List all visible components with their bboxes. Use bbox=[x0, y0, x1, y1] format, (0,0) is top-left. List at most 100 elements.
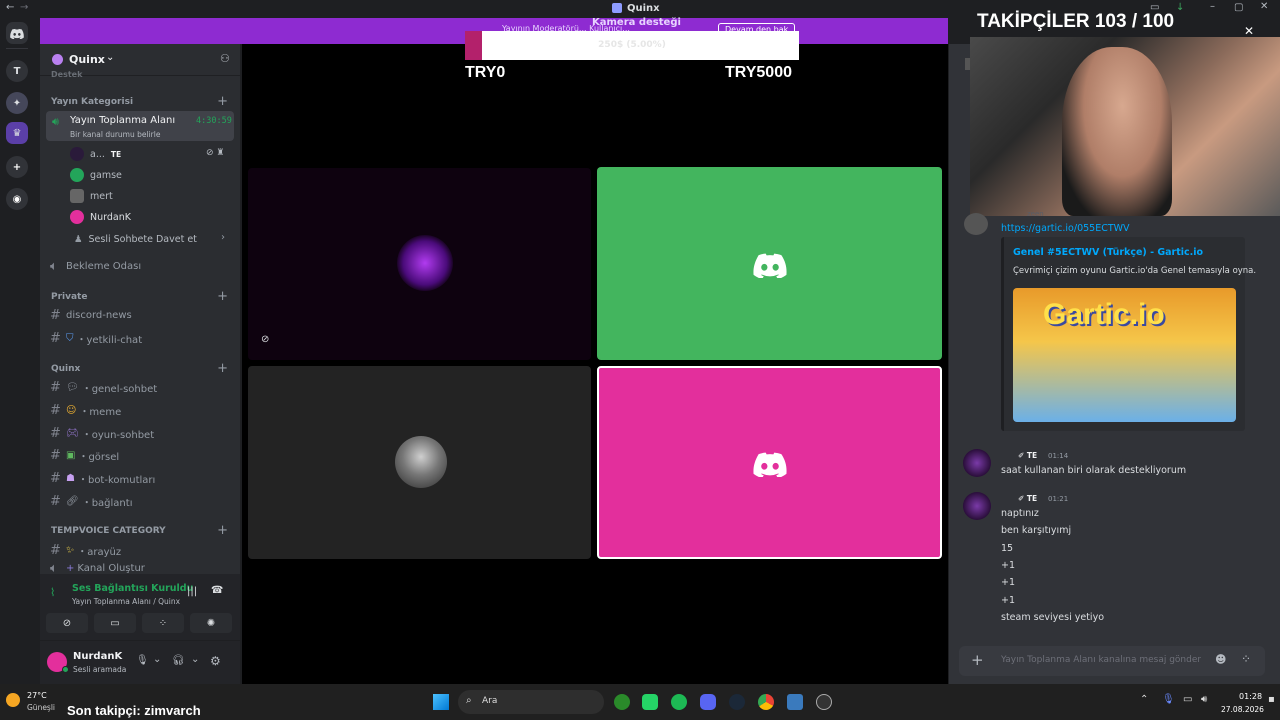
camera-off-button[interactable]: ⊘ bbox=[46, 613, 88, 633]
notifications-icon[interactable]: ▪ bbox=[1268, 694, 1275, 705]
add-server-icon[interactable]: + bbox=[6, 156, 28, 178]
channel-meme[interactable]: # ☺ ・meme bbox=[50, 400, 232, 420]
banner-close-icon[interactable]: ✕ bbox=[1244, 24, 1254, 38]
signal-icon[interactable]: ⌇ bbox=[50, 586, 55, 599]
embed-title[interactable]: Genel #5ECTWV (Türkçe) - Gartic.io bbox=[1013, 247, 1203, 258]
channel-yetkili-chat[interactable]: # ⛉ ・yetkili-chat bbox=[50, 328, 232, 348]
voice-channel-waiting[interactable]: 🔈︎ Bekleme Odası bbox=[50, 256, 232, 276]
back-arrow-icon[interactable]: ← bbox=[6, 2, 14, 13]
message-link[interactable]: https://gartic.io/055ECTWV bbox=[1001, 223, 1130, 234]
message-line: steam seviyesi yetiyo bbox=[1001, 612, 1105, 623]
weather-icon[interactable] bbox=[6, 693, 20, 707]
webcam-overlay bbox=[970, 37, 1280, 216]
settings-gear-icon[interactable]: ⚙ bbox=[210, 654, 221, 668]
channel-genel-sohbet[interactable]: # 💬︎ ・genel-sohbet bbox=[50, 377, 232, 397]
hash-icon: # bbox=[50, 542, 61, 558]
forward-arrow-icon[interactable]: → bbox=[20, 2, 28, 13]
channel-kanal-olustur[interactable]: 🔈︎ + Kanal Oluştur bbox=[50, 562, 232, 574]
avatar[interactable] bbox=[963, 449, 991, 477]
add-channel-icon[interactable]: + bbox=[217, 361, 228, 376]
category-support[interactable]: Destek bbox=[51, 70, 82, 79]
minimize-button[interactable]: – bbox=[1210, 1, 1215, 12]
disconnect-icon[interactable]: ☎︎ bbox=[211, 585, 223, 596]
channel-status[interactable]: Bir kanal durumu belirle bbox=[70, 130, 160, 139]
server-quinx-icon[interactable]: ♛ bbox=[6, 122, 28, 144]
clock-time[interactable]: 01:28 bbox=[1239, 692, 1262, 701]
add-channel-icon[interactable]: + bbox=[217, 289, 228, 304]
weather-desc[interactable]: Güneşli bbox=[27, 703, 55, 712]
channel-arayuz[interactable]: # ✨︎ ・arayüz bbox=[50, 540, 232, 560]
app-icon[interactable] bbox=[787, 694, 803, 710]
category-private[interactable]: Private bbox=[51, 292, 87, 302]
close-window-button[interactable]: ✕ bbox=[1260, 1, 1268, 12]
category-tempvoice[interactable]: TEMPVOICE CATEGORY bbox=[51, 526, 166, 536]
voice-user[interactable]: gamse bbox=[70, 165, 122, 185]
apps-icon[interactable]: ⁘ bbox=[1241, 652, 1251, 666]
embed-image[interactable]: Gartic.io bbox=[1013, 288, 1236, 422]
voice-user[interactable]: a... TE bbox=[70, 144, 121, 164]
noise-suppression-icon[interactable]: ||| bbox=[187, 586, 197, 597]
message-line: +1 bbox=[1001, 595, 1016, 606]
avatar[interactable] bbox=[963, 492, 991, 520]
weather-temp[interactable]: 27°C bbox=[27, 691, 47, 700]
add-channel-icon[interactable]: + bbox=[217, 523, 228, 538]
link-icon: 🔗︎ bbox=[66, 495, 79, 507]
discord-home-icon[interactable] bbox=[6, 22, 28, 44]
clock-date[interactable]: 27.08.2026 bbox=[1221, 705, 1264, 714]
current-user-name[interactable]: NurdanK bbox=[73, 651, 122, 662]
add-user-icon[interactable]: ⚇ bbox=[220, 52, 230, 65]
video-tile-nurdank[interactable] bbox=[597, 366, 942, 559]
microphone-icon[interactable]: 🎙︎ bbox=[136, 655, 149, 666]
video-tile-gamse[interactable] bbox=[597, 167, 942, 360]
server-avatar-icon[interactable]: ✦ bbox=[6, 92, 28, 114]
voice-user[interactable]: NurdanK bbox=[70, 207, 131, 227]
category-stream[interactable]: Yayın Kategorisi bbox=[51, 97, 133, 107]
activities-button[interactable]: ⁘ bbox=[142, 613, 184, 633]
mic-tray-icon[interactable]: 🎙︎ bbox=[1162, 694, 1175, 705]
voice-user[interactable]: mert bbox=[70, 186, 113, 206]
whatsapp-icon[interactable] bbox=[642, 694, 658, 710]
channel-bot-komutlari[interactable]: # ☗ ・bot-komutları bbox=[50, 468, 232, 488]
channel-baglanti[interactable]: # 🔗︎ ・bağlantı bbox=[50, 491, 232, 511]
screen-share-button[interactable]: ▭ bbox=[94, 613, 136, 633]
volume-icon[interactable]: 🔊︎ bbox=[1201, 694, 1207, 705]
taskbar-search[interactable]: ⌕ Ara bbox=[458, 690, 604, 714]
voice-channel-path[interactable]: Yayın Toplanma Alanı / Quinx bbox=[72, 597, 180, 606]
chevron-down-icon[interactable]: ⌄ bbox=[153, 654, 161, 665]
emoji-icon[interactable]: ☻ bbox=[1215, 653, 1226, 666]
video-tile-user-a[interactable]: ⊘ bbox=[248, 168, 591, 360]
chevron-up-icon[interactable]: ⌃ bbox=[1140, 694, 1148, 705]
add-channel-icon[interactable]: + bbox=[217, 94, 228, 109]
discord-taskbar-icon[interactable] bbox=[700, 694, 716, 710]
steam-icon[interactable] bbox=[729, 694, 745, 710]
discover-icon[interactable]: ◉ bbox=[6, 188, 28, 210]
chat-input-placeholder[interactable]: Yayın Toplanma Alanı kanalına mesaj gönd… bbox=[1001, 655, 1201, 665]
windows-start-icon[interactable] bbox=[433, 694, 449, 710]
obs-icon[interactable] bbox=[816, 694, 832, 710]
screen-share-icon: ▭ bbox=[110, 617, 120, 629]
chevron-down-icon[interactable]: ⌄ bbox=[191, 654, 199, 665]
chat-input-box[interactable]: + Yayın Toplanma Alanı kanalına mesaj gö… bbox=[959, 646, 1265, 676]
hash-icon: # bbox=[50, 425, 61, 441]
category-quinx[interactable]: Quinx bbox=[51, 364, 80, 374]
server-t-icon[interactable]: T bbox=[6, 60, 28, 82]
add-attachment-icon[interactable]: + bbox=[971, 651, 984, 669]
network-icon[interactable]: ▭ bbox=[1183, 694, 1192, 705]
invite-to-voice[interactable]: ♟ Sesli Sohbete Davet et bbox=[74, 229, 197, 249]
chrome-alt-icon[interactable] bbox=[614, 694, 630, 710]
channel-discord-news[interactable]: # discord-news bbox=[50, 305, 232, 325]
spotify-icon[interactable] bbox=[671, 694, 687, 710]
headphones-icon[interactable]: 🎧︎ bbox=[172, 655, 185, 666]
download-icon[interactable]: ↓ bbox=[1176, 2, 1184, 13]
channel-gorsel[interactable]: # ▣ ・görsel bbox=[50, 445, 232, 465]
voice-channel-active[interactable]: 🔊︎ Yayın Toplanma Alanı 4:30:59 Bir kana… bbox=[46, 111, 234, 141]
soundboard-button[interactable]: ✺ bbox=[190, 613, 232, 633]
avatar bbox=[964, 213, 988, 235]
voice-channel-name: Yayın Toplanma Alanı bbox=[70, 115, 176, 126]
server-name: Quinx bbox=[69, 53, 105, 66]
maximize-button[interactable]: ▢ bbox=[1234, 2, 1243, 13]
chrome-icon[interactable] bbox=[758, 694, 774, 710]
video-tile-mert[interactable] bbox=[248, 366, 591, 559]
channel-oyun-sohbet[interactable]: # 🎮︎ ・oyun-sohbet bbox=[50, 423, 232, 443]
voice-status[interactable]: Ses Bağlantısı Kuruldu bbox=[72, 583, 193, 594]
